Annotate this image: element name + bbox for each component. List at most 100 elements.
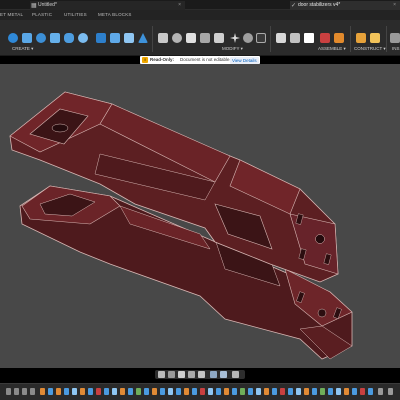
3d-viewport[interactable] xyxy=(0,64,400,368)
look-at-icon[interactable] xyxy=(168,371,175,378)
timeline-extrude-icon[interactable] xyxy=(216,388,221,395)
grid-icon[interactable] xyxy=(220,371,227,378)
timeline-mirror-icon[interactable] xyxy=(136,388,141,395)
shell-icon[interactable] xyxy=(200,33,210,43)
timeline-extrude-icon[interactable] xyxy=(48,388,53,395)
revolve-icon[interactable] xyxy=(36,33,46,43)
timeline xyxy=(0,383,400,400)
create-menu[interactable]: CREATE ▾ xyxy=(12,46,33,52)
construct-menu[interactable]: CONSTRUCT ▾ xyxy=(354,46,386,52)
close-icon[interactable]: × xyxy=(178,1,181,10)
timeline-sketch-icon[interactable] xyxy=(80,388,85,395)
assemble-menu[interactable]: ASSEMBLE ▾ xyxy=(318,46,346,52)
timeline-extrude-icon[interactable] xyxy=(352,388,357,395)
as-built-joint-icon[interactable] xyxy=(304,33,314,43)
timeline-extrude-icon[interactable] xyxy=(288,388,293,395)
tab-sheet-metal[interactable]: ET METAL xyxy=(0,12,23,17)
timeline-fillet-icon[interactable] xyxy=(112,388,117,395)
chamfer-icon[interactable] xyxy=(186,33,196,43)
offset-plane-icon[interactable] xyxy=(356,33,366,43)
timeline-sketch-icon[interactable] xyxy=(184,388,189,395)
timeline-extrude-icon[interactable] xyxy=(368,388,373,395)
zoom-icon[interactable] xyxy=(188,371,195,378)
insert-menu[interactable]: INS xyxy=(392,46,400,51)
close-icon[interactable]: × xyxy=(393,1,396,10)
timeline-settings-icon[interactable] xyxy=(388,388,393,395)
timeline-sketch-icon[interactable] xyxy=(120,388,125,395)
timeline-play-icon[interactable] xyxy=(22,388,27,395)
timeline-extrude-icon[interactable] xyxy=(88,388,93,395)
timeline-extrude-icon[interactable] xyxy=(144,388,149,395)
timeline-sketch-icon[interactable] xyxy=(344,388,349,395)
timeline-extrude-icon[interactable] xyxy=(128,388,133,395)
timeline-extrude-icon[interactable] xyxy=(64,388,69,395)
pan-icon[interactable] xyxy=(178,371,185,378)
mount-hole xyxy=(51,123,69,133)
loft-icon[interactable] xyxy=(110,33,120,43)
joint-icon[interactable] xyxy=(290,33,300,43)
timeline-extrude-icon[interactable] xyxy=(192,388,197,395)
fit-icon[interactable] xyxy=(198,371,205,378)
timeline-sketch-icon[interactable] xyxy=(224,388,229,395)
check-icon: ✓ xyxy=(291,3,297,9)
timeline-sketch-icon[interactable] xyxy=(304,388,309,395)
cylinder-icon[interactable] xyxy=(64,33,74,43)
timeline-prev-icon[interactable] xyxy=(14,388,19,395)
timeline-next-icon[interactable] xyxy=(30,388,35,395)
timeline-mirror-icon[interactable] xyxy=(240,388,245,395)
timeline-sketch-icon[interactable] xyxy=(264,388,269,395)
insert-icon[interactable] xyxy=(390,33,400,43)
timeline-marker-icon[interactable] xyxy=(378,388,383,395)
view-details-button[interactable]: View Details xyxy=(230,56,259,64)
bolt-hole xyxy=(315,234,325,244)
timeline-combine-icon[interactable] xyxy=(280,388,285,395)
tab-utilities[interactable]: UTILITIES xyxy=(64,12,87,17)
timeline-extrude-icon[interactable] xyxy=(160,388,165,395)
timeline-start-icon[interactable] xyxy=(6,388,11,395)
timeline-extrude-icon[interactable] xyxy=(248,388,253,395)
timeline-mirror-icon[interactable] xyxy=(320,388,325,395)
timeline-combine-icon[interactable] xyxy=(200,388,205,395)
new-component-icon[interactable] xyxy=(8,33,18,43)
timeline-extrude-icon[interactable] xyxy=(176,388,181,395)
timeline-fillet-icon[interactable] xyxy=(72,388,77,395)
timeline-extrude-icon[interactable] xyxy=(328,388,333,395)
timeline-extrude-icon[interactable] xyxy=(232,388,237,395)
fillet-icon[interactable] xyxy=(172,33,182,43)
drive-joints-icon[interactable] xyxy=(334,33,344,43)
display-settings-icon[interactable] xyxy=(210,371,217,378)
new-component-assemble-icon[interactable] xyxy=(276,33,286,43)
extrude-icon[interactable] xyxy=(22,33,32,43)
timeline-extrude-icon[interactable] xyxy=(312,388,317,395)
divider xyxy=(270,26,271,52)
timeline-combine-icon[interactable] xyxy=(96,388,101,395)
orbit-icon[interactable] xyxy=(158,371,165,378)
tab-plastic[interactable]: PLASTIC xyxy=(32,12,52,17)
timeline-fillet-icon[interactable] xyxy=(296,388,301,395)
midplane-icon[interactable] xyxy=(370,33,380,43)
timeline-extrude-icon[interactable] xyxy=(272,388,277,395)
timeline-fillet-icon[interactable] xyxy=(168,388,173,395)
document-tab-untitled[interactable]: ▦ Untitled* × xyxy=(30,1,185,10)
timeline-combine-icon[interactable] xyxy=(360,388,365,395)
timeline-sketch-icon[interactable] xyxy=(56,388,61,395)
timeline-fillet-icon[interactable] xyxy=(208,388,213,395)
tab-meta-blocks[interactable]: META BLOCKS xyxy=(98,12,132,17)
document-tab-door-stabilizers[interactable]: ✓ door stabilizers v4* × xyxy=(290,1,400,10)
sphere-icon[interactable] xyxy=(78,33,88,43)
rigid-group-icon[interactable] xyxy=(320,33,330,43)
timeline-fillet-icon[interactable] xyxy=(256,388,261,395)
split-body-icon[interactable] xyxy=(256,33,266,43)
timeline-extrude-icon[interactable] xyxy=(104,388,109,395)
combine-icon[interactable] xyxy=(214,33,224,43)
timeline-sketch-icon[interactable] xyxy=(152,388,157,395)
timeline-fillet-icon[interactable] xyxy=(336,388,341,395)
viewports-icon[interactable] xyxy=(232,371,239,378)
box-icon[interactable] xyxy=(50,33,60,43)
modify-menu[interactable]: MODIFY ▾ xyxy=(222,46,243,52)
press-pull-icon[interactable] xyxy=(158,33,168,43)
rib-icon[interactable] xyxy=(124,33,134,43)
timeline-sketch-icon[interactable] xyxy=(40,388,45,395)
align-icon[interactable] xyxy=(243,33,253,43)
sweep-icon[interactable] xyxy=(96,33,106,43)
